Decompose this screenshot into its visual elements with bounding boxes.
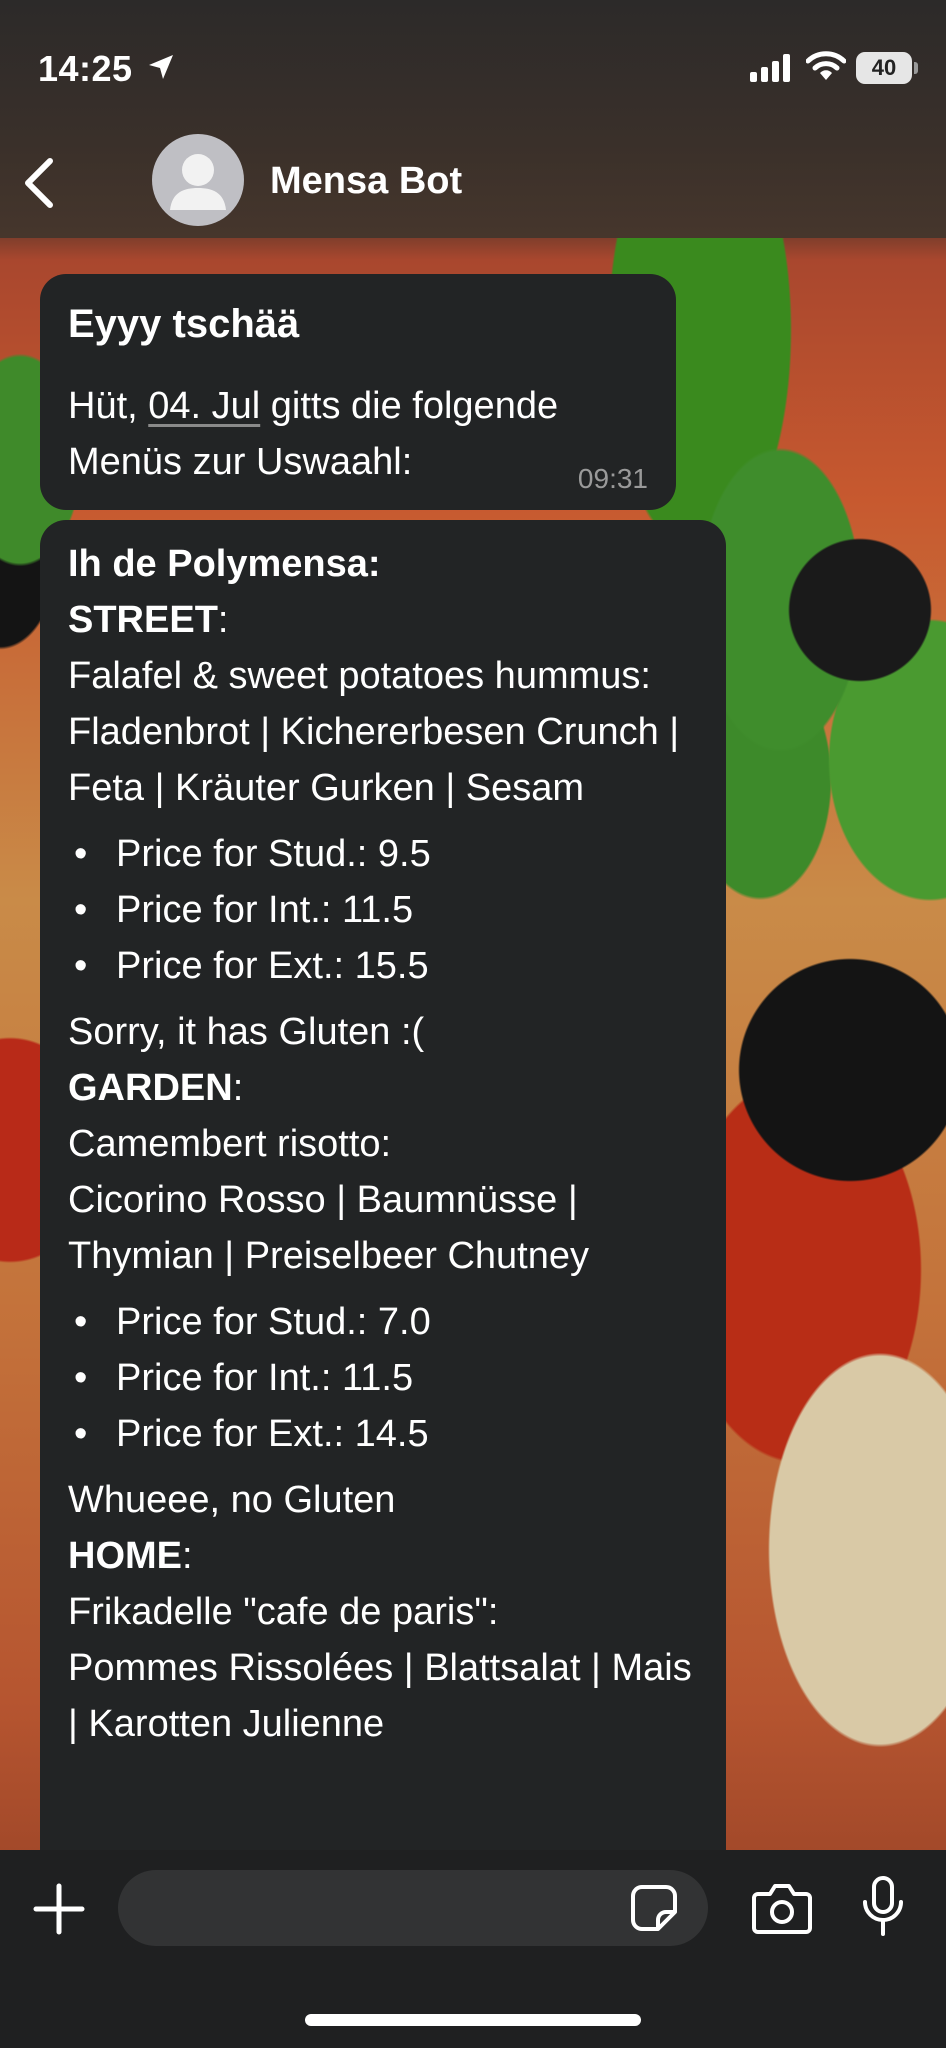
- message-greeting: Eyyy tschää: [68, 302, 300, 346]
- menu-section-home: HOME:: [68, 1528, 708, 1584]
- camera-icon[interactable]: [752, 1880, 812, 1936]
- message-text: Hüt, 04. Jul gitts die folgende Menüs zu…: [68, 378, 658, 490]
- section-label: HOME: [68, 1535, 182, 1577]
- dish-ingredients: Fladenbrot | Kichererbesen Crunch | Feta…: [68, 711, 680, 809]
- microphone-icon[interactable]: [860, 1874, 906, 1940]
- person-icon: [170, 154, 226, 210]
- avatar[interactable]: [152, 134, 244, 226]
- battery-indicator: 40: [856, 52, 912, 84]
- message-input[interactable]: [118, 1870, 708, 1946]
- dish-name: Falafel & sweet potatoes hummus:: [68, 655, 651, 697]
- chat-title[interactable]: Mensa Bot: [270, 160, 462, 203]
- message-bubble[interactable]: Ih de Polymensa: STREET: Falafel & sweet…: [40, 520, 726, 1850]
- signal-icon: [750, 54, 790, 82]
- message-text-prefix: Hüt,: [68, 385, 149, 427]
- top-bar: [0, 0, 946, 238]
- home-indicator[interactable]: [305, 2014, 641, 2026]
- wifi-icon: [806, 51, 846, 80]
- price-list: Price for Stud.: 7.0 Price for Int.: 11.…: [68, 1294, 708, 1462]
- status-time: 14:25: [38, 48, 133, 89]
- location-arrow-icon: [149, 55, 173, 79]
- gluten-note: Sorry, it has Gluten :(: [68, 1011, 425, 1053]
- plus-icon[interactable]: [30, 1880, 88, 1938]
- section-colon: :: [232, 1067, 244, 1109]
- menu-section-garden: GARDEN:: [68, 1060, 708, 1116]
- message-bubble[interactable]: Eyyy tschää Hüt, 04. Jul gitts die folge…: [40, 274, 676, 510]
- menu-section-street: STREET:: [68, 592, 708, 648]
- section-label: GARDEN: [68, 1067, 233, 1109]
- menu-heading: Ih de Polymensa:: [68, 543, 381, 585]
- menu-content: Ih de Polymensa: STREET: Falafel & sweet…: [68, 536, 708, 1752]
- section-colon: :: [217, 599, 229, 641]
- sticker-icon[interactable]: [630, 1884, 678, 1932]
- battery-cap: [914, 62, 918, 74]
- price-item: Price for Stud.: 9.5: [68, 826, 708, 882]
- dish-ingredients: Cicorino Rosso | Baumnüsse | Thymian | P…: [68, 1179, 589, 1277]
- section-colon: :: [182, 1535, 193, 1577]
- dish-ingredients: Pommes Rissolées | Blattsalat | Mais | K…: [68, 1647, 692, 1745]
- price-item: Price for Ext.: 15.5: [68, 938, 708, 994]
- price-item: Price for Stud.: 7.0: [68, 1294, 708, 1350]
- chevron-left-icon[interactable]: [20, 155, 60, 211]
- dish-name: Camembert risotto:: [68, 1123, 392, 1165]
- price-item: Price for Int.: 11.5: [68, 1350, 708, 1406]
- date-link[interactable]: 04. Jul: [148, 385, 260, 427]
- price-list: Price for Stud.: 9.5 Price for Int.: 11.…: [68, 826, 708, 994]
- gluten-note: Whueee, no Gluten: [68, 1479, 396, 1521]
- price-item: Price for Int.: 11.5: [68, 882, 708, 938]
- section-label: STREET: [68, 599, 218, 641]
- price-item: Price for Ext.: 14.5: [68, 1406, 708, 1462]
- message-timestamp: 09:31: [577, 463, 648, 494]
- dish-name: Frikadelle "cafe de paris":: [68, 1591, 499, 1633]
